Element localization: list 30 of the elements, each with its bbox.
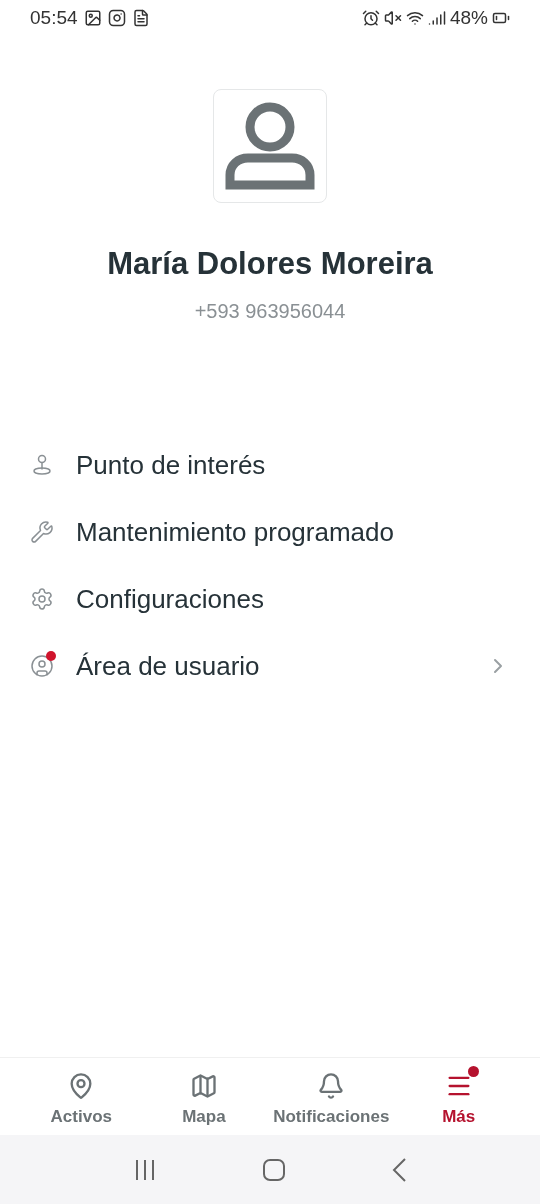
location-pin-icon	[30, 453, 54, 477]
image-icon	[83, 9, 102, 27]
instagram-icon	[107, 9, 126, 27]
user-name: María Dolores Moreira	[107, 245, 433, 283]
menu-label: Punto de interés	[76, 448, 267, 482]
alarm-icon	[361, 9, 380, 27]
back-icon[interactable]	[391, 1157, 408, 1182]
nav-tab[interactable]: Activos	[20, 1063, 143, 1130]
document-icon	[131, 9, 150, 27]
wifi-icon	[405, 9, 424, 27]
nav-tab[interactable]: Más	[397, 1063, 520, 1130]
nav-tab[interactable]: Mapa	[142, 1063, 266, 1130]
menu-label: Configuraciones	[76, 582, 265, 616]
user-icon	[30, 654, 54, 678]
menu-item[interactable]: Configuraciones	[0, 565, 540, 633]
menu-item[interactable]: Mantenimiento programado	[0, 498, 540, 566]
battery-percentage: 48%	[449, 5, 488, 30]
nav-tab[interactable]: Notificaciones	[265, 1063, 398, 1130]
bell-icon	[317, 1071, 346, 1100]
menu-item[interactable]: Área de usuario	[0, 632, 540, 700]
menu-item[interactable]: Punto de interés	[0, 431, 540, 499]
signal-icon	[427, 9, 446, 27]
status-time: 05:54	[30, 5, 78, 30]
settings-icon	[30, 587, 54, 611]
menu-label: Mantenimiento programado	[76, 515, 395, 549]
menu-label: Área de usuario	[76, 649, 261, 683]
home-icon[interactable]	[262, 1157, 286, 1182]
wrench-icon	[30, 520, 54, 544]
phone-number: +593 963956044	[194, 298, 346, 324]
mute-icon	[383, 9, 402, 27]
